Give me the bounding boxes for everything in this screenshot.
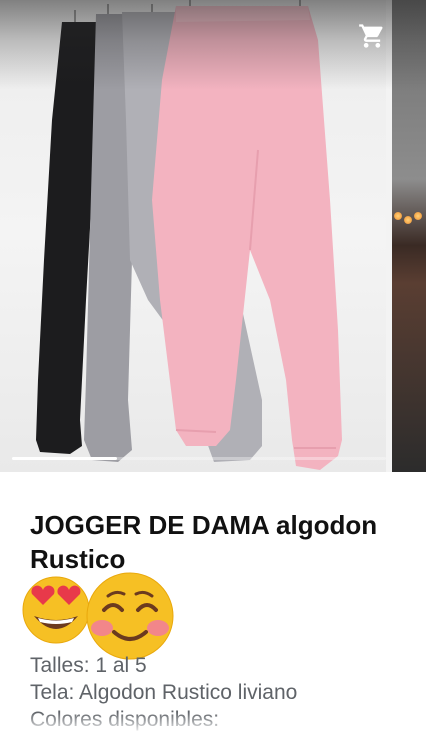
slide-progress-fill <box>12 457 117 460</box>
pants-illustration <box>36 0 342 470</box>
sizes-text: Talles: 1 al 5 <box>30 654 147 677</box>
bottom-fade <box>0 712 426 744</box>
next-photo-preview[interactable] <box>392 0 426 472</box>
shopping-cart-icon <box>359 24 383 48</box>
cart-button[interactable] <box>356 20 388 52</box>
product-photo[interactable] <box>0 0 386 472</box>
post-caption: JOGGER DE DAMA algodon Rustico Talles: 1… <box>0 472 426 744</box>
slide-progress-bar <box>12 457 386 460</box>
fabric-text: Tela: Algodon Rustico liviano <box>30 681 298 704</box>
smiling-face-with-heart-eyes-icon <box>22 576 90 644</box>
smiling-face-with-smiling-eyes-icon <box>86 572 174 660</box>
product-image-gallery[interactable] <box>0 0 426 472</box>
product-title: JOGGER DE DAMA algodon Rustico <box>30 510 378 574</box>
emoji-row <box>22 572 182 662</box>
